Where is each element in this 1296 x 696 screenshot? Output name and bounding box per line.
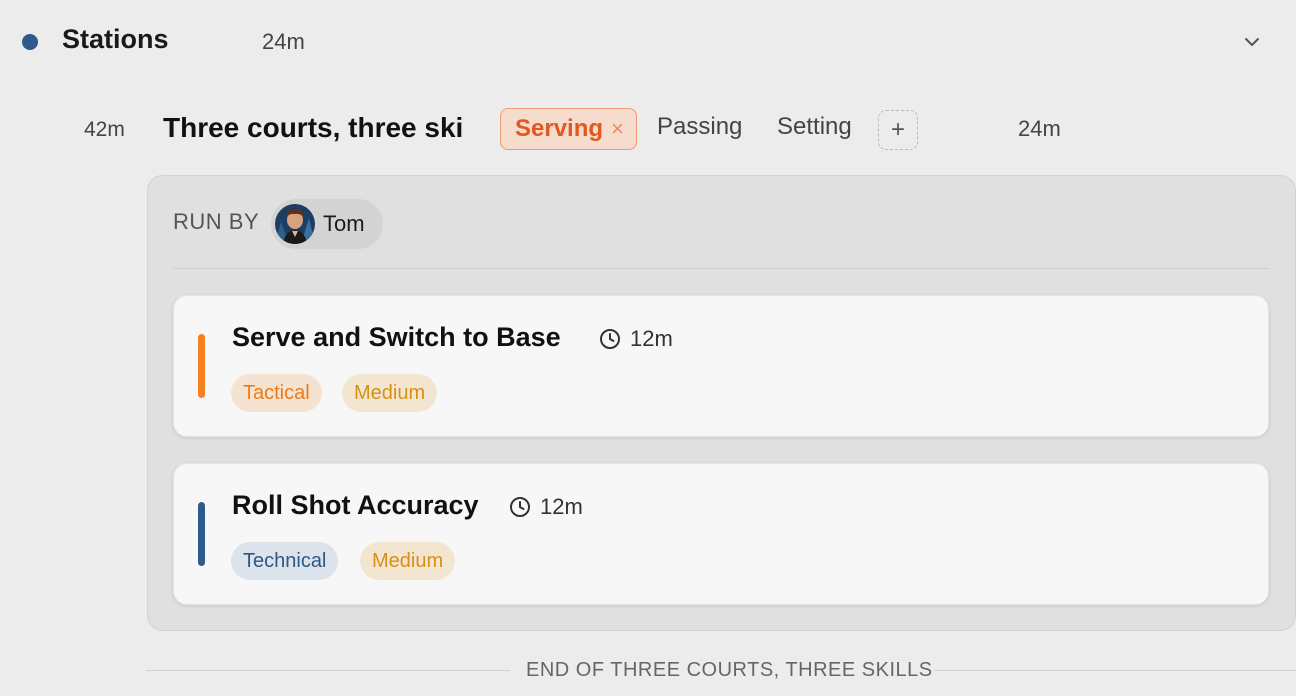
- intensity-tag: Medium: [360, 542, 456, 580]
- end-of-block-label: END OF THREE COURTS, THREE SKILLS: [526, 659, 933, 681]
- clock-icon: [508, 495, 532, 519]
- skill-chip-label: Serving: [515, 115, 604, 142]
- add-skill-button[interactable]: +: [878, 110, 918, 150]
- section-title: Stations: [62, 24, 169, 54]
- plus-icon: +: [890, 116, 905, 143]
- end-divider-left: [146, 670, 510, 671]
- drill-card[interactable]: Serve and Switch to Base 12m Tactical Me…: [173, 295, 1269, 437]
- drill-accent-bar: [198, 334, 205, 398]
- drill-duration: 12m: [508, 494, 583, 520]
- section-duration: 24m: [262, 29, 305, 54]
- coach-name: Tom: [323, 211, 365, 236]
- coach-chip[interactable]: Tom: [271, 199, 383, 249]
- remove-skill-icon[interactable]: ×: [611, 116, 624, 142]
- drill-card[interactable]: Roll Shot Accuracy 12m Technical Medium: [173, 463, 1269, 605]
- drill-accent-bar: [198, 502, 205, 566]
- end-divider-right: [934, 670, 1296, 671]
- clock-icon: [598, 327, 622, 351]
- category-tag: Tactical: [231, 374, 322, 412]
- drill-duration: 12m: [598, 326, 673, 352]
- skill-chip-serving[interactable]: Serving ×: [500, 108, 637, 150]
- chevron-down-icon[interactable]: [1240, 30, 1264, 54]
- block-duration: 24m: [1018, 116, 1061, 141]
- drill-title: Roll Shot Accuracy: [232, 490, 479, 520]
- block-title[interactable]: Three courts, three ski: [163, 112, 469, 144]
- drill-duration-text: 12m: [540, 494, 583, 519]
- skill-option-passing[interactable]: Passing: [657, 113, 742, 141]
- section-status-dot: [22, 34, 38, 50]
- block-start-time: 42m: [84, 118, 125, 141]
- divider: [172, 268, 1270, 269]
- run-by-label: RUN BY: [173, 209, 260, 234]
- skill-option-setting[interactable]: Setting: [777, 113, 852, 141]
- category-tag: Technical: [231, 542, 339, 580]
- avatar: [275, 204, 315, 244]
- drill-duration-text: 12m: [630, 326, 673, 351]
- intensity-tag: Medium: [342, 374, 438, 412]
- drill-title: Serve and Switch to Base: [232, 322, 561, 352]
